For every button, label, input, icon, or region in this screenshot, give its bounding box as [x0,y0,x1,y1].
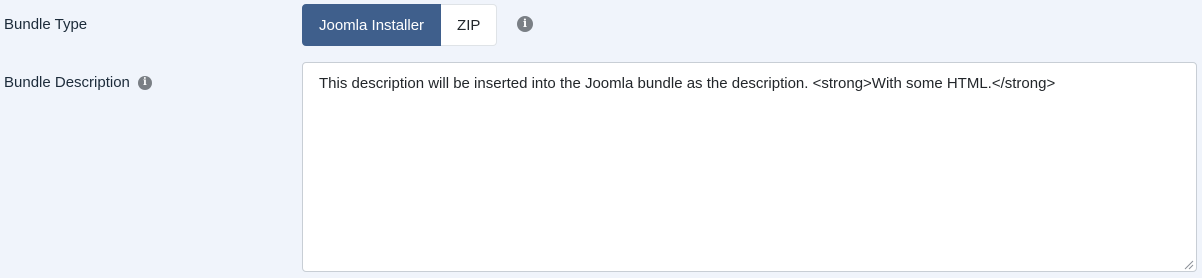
bundle-type-label-wrap: Bundle Type [4,16,87,33]
resize-grip-icon[interactable] [1184,260,1194,270]
joomla-installer-label: Joomla Installer [319,16,425,34]
bundle-description-row: Bundle Description i [0,62,1202,274]
joomla-installer-button[interactable]: Joomla Installer [302,4,442,46]
bundle-type-row: Bundle Type Joomla Installer ZIP i [0,4,1202,46]
bundle-description-textarea[interactable] [302,62,1197,272]
bundle-form: Bundle Type Joomla Installer ZIP i Bundl… [0,0,1202,278]
bundle-type-toggle: Joomla Installer ZIP [302,4,498,46]
bundle-description-label: Bundle Description [4,74,130,91]
bundle-type-label: Bundle Type [4,16,88,33]
zip-button[interactable]: ZIP [441,4,498,46]
bundle-description-label-wrap: Bundle Description i [4,74,152,91]
info-icon[interactable]: i [137,75,152,90]
info-icon[interactable]: i [517,16,533,32]
zip-label: ZIP [457,16,481,34]
